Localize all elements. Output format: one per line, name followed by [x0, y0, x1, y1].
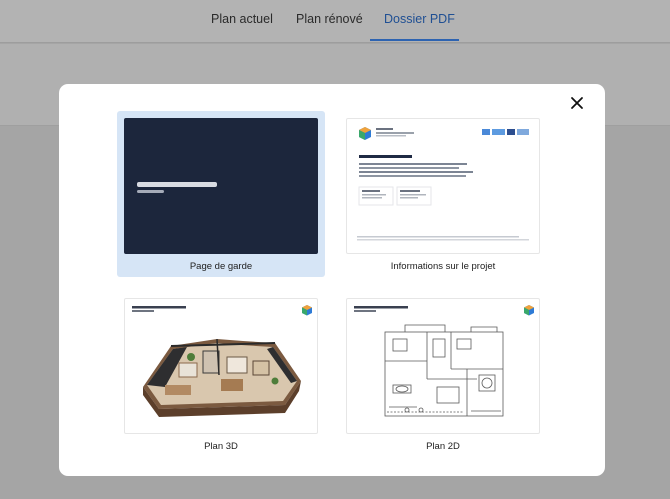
plan-2d-preview [346, 298, 540, 434]
card-informations-projet[interactable]: Informations sur le projet [339, 111, 547, 277]
active-tab-indicator [370, 39, 459, 41]
title-placeholder [137, 182, 217, 187]
pdf-page-picker-modal: Page de garde Informations sur le projet… [59, 84, 605, 476]
card-label: Page de garde [189, 261, 253, 272]
tab-plan-actuel[interactable]: Plan actuel [211, 12, 273, 26]
plan-3d-preview [124, 298, 318, 434]
top-navigation: Plan actuel Plan rénové Dossier PDF [0, 0, 670, 43]
card-plan-2d[interactable]: Plan 2D [339, 291, 547, 457]
tab-plan-renove[interactable]: Plan rénové [296, 12, 363, 26]
floor-3d-render [143, 338, 301, 417]
partner-logos [482, 129, 529, 135]
floor-2d-plan [384, 324, 504, 417]
close-icon[interactable] [570, 96, 584, 110]
tab-dossier-pdf[interactable]: Dossier PDF [384, 12, 455, 26]
card-label: Plan 2D [426, 441, 460, 452]
cover-page-preview [124, 118, 318, 254]
card-page-de-garde[interactable]: Page de garde [117, 111, 325, 277]
logo-icon [359, 127, 371, 140]
logo-icon [524, 305, 534, 316]
card-plan-3d[interactable]: Plan 3D [117, 291, 325, 457]
card-label: Informations sur le projet [390, 261, 496, 272]
subtitle-placeholder [137, 190, 164, 193]
card-label: Plan 3D [204, 441, 238, 452]
logo-icon [302, 305, 312, 316]
project-info-preview [346, 118, 540, 254]
